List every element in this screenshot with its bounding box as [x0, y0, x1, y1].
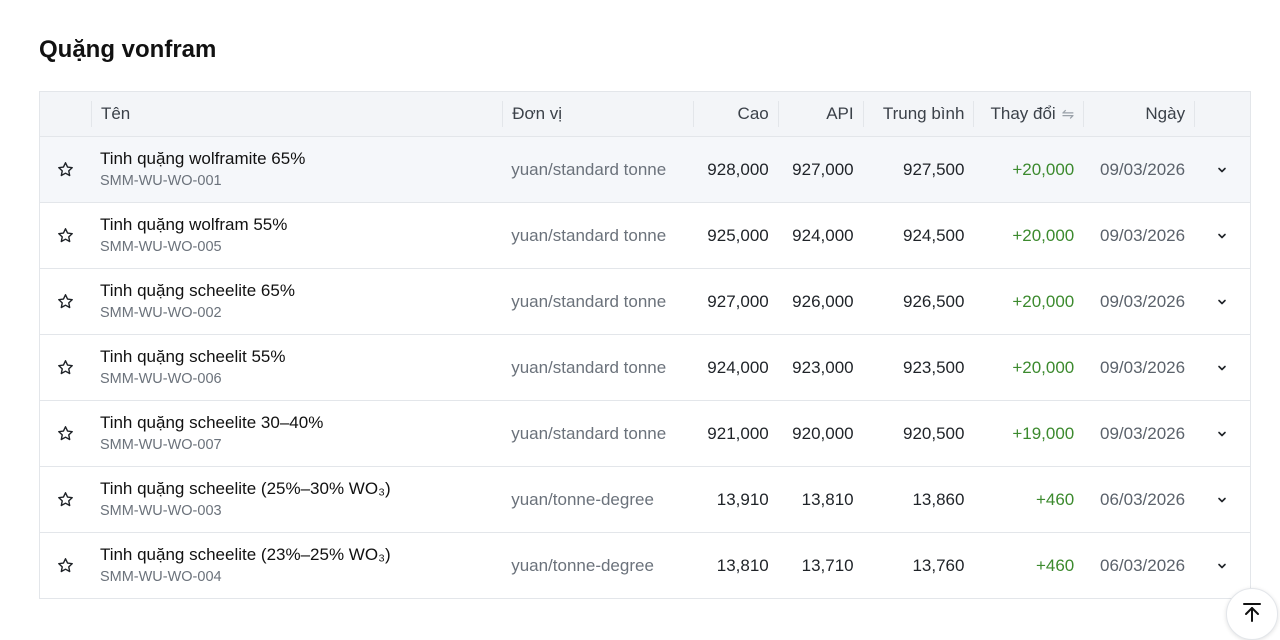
unit-cell: yuan/standard tonne	[511, 159, 667, 179]
average-price-cell: 13,760	[912, 555, 965, 575]
product-name-cell: Tinh quặng wolfram 55% SMM-WU-WO-005	[91, 214, 502, 257]
product-name[interactable]: Tinh quặng scheelite 30–40%	[100, 412, 493, 434]
api-price-cell: 920,000	[792, 423, 854, 443]
unit-cell: yuan/standard tonne	[511, 423, 667, 443]
product-name-cell: Tinh quặng scheelite 65% SMM-WU-WO-002	[91, 280, 502, 323]
high-price-cell: 13,810	[716, 555, 769, 575]
date-cell: 09/03/2026	[1100, 159, 1186, 179]
header-api[interactable]: API	[777, 101, 863, 127]
product-name[interactable]: Tinh quặng wolfram 55%	[100, 214, 493, 236]
table-header-row: Tên Đơn vị Cao API Trung bình Thay đổi ⇋…	[40, 92, 1250, 137]
star-outline-icon[interactable]	[57, 161, 74, 178]
header-expand	[1194, 101, 1250, 127]
table-row[interactable]: Tinh quặng scheelite 65% SMM-WU-WO-002 y…	[40, 269, 1250, 335]
unit-cell: yuan/standard tonne	[511, 225, 667, 245]
product-name-cell: Tinh quặng scheelite (23%–25% WO₃) SMM-W…	[91, 544, 502, 587]
product-name[interactable]: Tinh quặng scheelite (23%–25% WO₃)	[100, 544, 493, 566]
api-price-cell: 926,000	[792, 291, 854, 311]
date-cell: 09/03/2026	[1100, 357, 1186, 377]
chevron-down-icon[interactable]	[1216, 560, 1228, 572]
product-code: SMM-WU-WO-001	[99, 173, 222, 189]
table-row[interactable]: Tinh quặng wolframite 65% SMM-WU-WO-001 …	[40, 137, 1250, 203]
header-name[interactable]: Tên	[90, 101, 502, 127]
high-price-cell: 924,000	[707, 357, 769, 377]
chevron-down-icon[interactable]	[1216, 494, 1228, 506]
product-name-cell: Tinh quặng scheelit 55% SMM-WU-WO-006	[91, 346, 502, 389]
page-title: Quặng vonfram	[39, 36, 217, 63]
header-average[interactable]: Trung bình	[862, 101, 974, 127]
product-name[interactable]: Tinh quặng wolframite 65%	[100, 148, 493, 170]
star-outline-icon[interactable]	[57, 359, 74, 376]
star-outline-icon[interactable]	[57, 227, 74, 244]
table-row[interactable]: Tinh quặng scheelite (25%–30% WO₃) SMM-W…	[40, 467, 1250, 533]
product-code: SMM-WU-WO-003	[99, 503, 222, 519]
chevron-down-icon[interactable]	[1216, 362, 1228, 374]
chevron-down-icon[interactable]	[1216, 164, 1228, 176]
arrow-up-to-top-icon	[1241, 601, 1263, 628]
table-row[interactable]: Tinh quặng scheelite (23%–25% WO₃) SMM-W…	[40, 533, 1250, 599]
product-code: SMM-WU-WO-007	[99, 437, 222, 453]
api-price-cell: 13,810	[801, 489, 854, 509]
product-name-cell: Tinh quặng scheelite 30–40% SMM-WU-WO-00…	[91, 412, 502, 455]
unit-cell: yuan/standard tonne	[511, 291, 667, 311]
average-price-cell: 923,500	[902, 357, 965, 377]
api-price-cell: 13,710	[801, 555, 854, 575]
chevron-down-icon[interactable]	[1216, 428, 1228, 440]
change-cell: +19,000	[1012, 423, 1075, 443]
api-price-cell: 924,000	[792, 225, 854, 245]
table-row[interactable]: Tinh quặng wolfram 55% SMM-WU-WO-005 yua…	[40, 203, 1250, 269]
unit-cell: yuan/standard tonne	[511, 357, 667, 377]
header-change-label: Thay đổi	[990, 104, 1056, 123]
date-cell: 09/03/2026	[1100, 423, 1186, 443]
unit-cell: yuan/tonne-degree	[511, 555, 654, 575]
chevron-down-icon[interactable]	[1216, 296, 1228, 308]
api-price-cell: 927,000	[792, 159, 854, 179]
header-change[interactable]: Thay đổi ⇋	[973, 101, 1083, 127]
product-name[interactable]: Tinh quặng scheelite 65%	[100, 280, 493, 302]
change-cell: +20,000	[1012, 357, 1075, 377]
high-price-cell: 925,000	[707, 225, 769, 245]
average-price-cell: 926,500	[902, 291, 965, 311]
star-outline-icon[interactable]	[57, 425, 74, 442]
product-code: SMM-WU-WO-005	[99, 239, 222, 255]
average-price-cell: 13,860	[912, 489, 965, 509]
star-outline-icon[interactable]	[57, 491, 74, 508]
change-cell: +20,000	[1012, 159, 1075, 179]
star-outline-icon[interactable]	[57, 557, 74, 574]
high-price-cell: 928,000	[707, 159, 769, 179]
date-cell: 06/03/2026	[1100, 489, 1186, 509]
product-code: SMM-WU-WO-004	[99, 569, 222, 585]
date-cell: 06/03/2026	[1100, 555, 1186, 575]
product-code: SMM-WU-WO-006	[99, 371, 222, 387]
product-name-cell: Tinh quặng wolframite 65% SMM-WU-WO-001	[91, 148, 502, 191]
table-row[interactable]: Tinh quặng scheelit 55% SMM-WU-WO-006 yu…	[40, 335, 1250, 401]
change-cell: +460	[1035, 489, 1075, 509]
product-code: SMM-WU-WO-002	[99, 305, 222, 321]
high-price-cell: 927,000	[707, 291, 769, 311]
product-name[interactable]: Tinh quặng scheelite (25%–30% WO₃)	[100, 478, 493, 500]
average-price-cell: 927,500	[902, 159, 965, 179]
sort-swap-icon[interactable]: ⇋	[1062, 105, 1075, 123]
date-cell: 09/03/2026	[1100, 291, 1186, 311]
average-price-cell: 924,500	[902, 225, 965, 245]
api-price-cell: 923,000	[792, 357, 854, 377]
change-cell: +20,000	[1012, 291, 1075, 311]
header-high[interactable]: Cao	[692, 101, 778, 127]
average-price-cell: 920,500	[902, 423, 965, 443]
product-name[interactable]: Tinh quặng scheelit 55%	[100, 346, 493, 368]
chevron-down-icon[interactable]	[1216, 230, 1228, 242]
high-price-cell: 13,910	[716, 489, 769, 509]
high-price-cell: 921,000	[707, 423, 769, 443]
unit-cell: yuan/tonne-degree	[511, 489, 654, 509]
star-outline-icon[interactable]	[57, 293, 74, 310]
date-cell: 09/03/2026	[1100, 225, 1186, 245]
change-cell: +460	[1035, 555, 1075, 575]
table-row[interactable]: Tinh quặng scheelite 30–40% SMM-WU-WO-00…	[40, 401, 1250, 467]
header-unit[interactable]: Đơn vị	[502, 101, 693, 127]
product-name-cell: Tinh quặng scheelite (25%–30% WO₃) SMM-W…	[91, 478, 502, 521]
header-date[interactable]: Ngày	[1083, 101, 1194, 127]
change-cell: +20,000	[1012, 225, 1075, 245]
scroll-to-top-button[interactable]	[1226, 588, 1278, 640]
price-table: Tên Đơn vị Cao API Trung bình Thay đổi ⇋…	[39, 91, 1251, 599]
